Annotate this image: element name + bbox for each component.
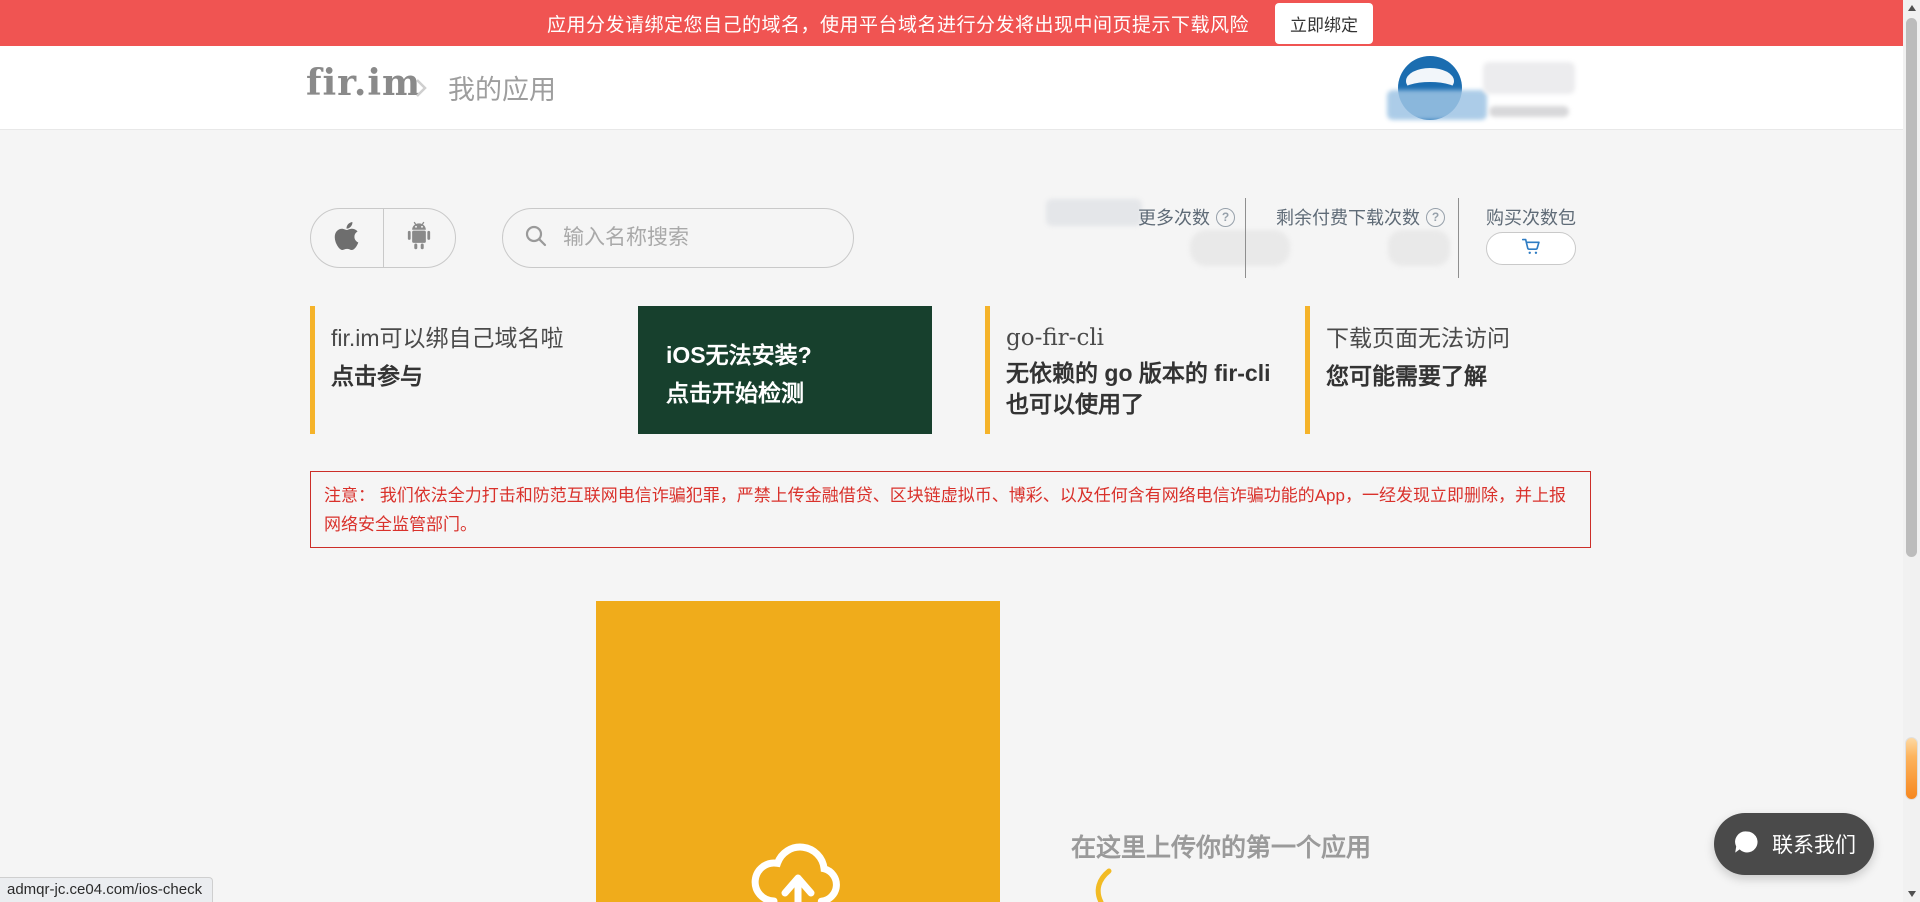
chat-bubble-icon [1732, 828, 1760, 861]
arrow-up-icon [1908, 5, 1916, 11]
upload-app-card[interactable] [596, 601, 1000, 902]
scroll-orange-marker[interactable] [1905, 737, 1918, 800]
paid-downloads-label: 剩余付费下载次数 [1276, 204, 1420, 230]
notification-banner: 应用分发请绑定您自己的域名，使用平台域名进行分发将出现中间页提示下载风险 立即绑… [0, 0, 1920, 46]
promo-card-download-page[interactable]: 下载页面无法访问 您可能需要了解 [1305, 306, 1585, 434]
divider [1458, 198, 1459, 278]
help-icon[interactable]: ? [1426, 208, 1445, 227]
android-icon [406, 221, 432, 256]
firim-logo[interactable]: fir.im [306, 62, 421, 104]
contact-us-button[interactable]: 联系我们 [1714, 813, 1874, 875]
banner-message: 应用分发请绑定您自己的域名，使用平台域名进行分发将出现中间页提示下载风险 [547, 10, 1249, 37]
promo-title: fir.im可以绑自己域名啦 [331, 320, 570, 356]
scrollbar[interactable] [1903, 0, 1920, 902]
filter-ios-button[interactable] [311, 209, 383, 267]
search-input[interactable] [563, 226, 813, 250]
redacted-stat-label [1046, 199, 1142, 226]
warning-notice: 注意： 我们依法全力打击和防范互联网电信诈骗犯罪，严禁上传金融借贷、区块链虚拟币… [310, 471, 1591, 548]
promo-title: go-fir-cli [1006, 320, 1285, 356]
promo-card-ios-check[interactable]: iOS无法安装? 点击开始检测 [638, 306, 932, 434]
redacted-stat-value [1190, 230, 1290, 266]
contact-us-label: 联系我们 [1772, 829, 1856, 859]
scroll-up-button[interactable] [1903, 0, 1920, 16]
link-preview-statusbar: admqr-jc.ce04.com/ios-check [0, 877, 213, 902]
paid-downloads-stat: 剩余付费下载次数 ? [1276, 204, 1445, 230]
buy-package-label: 购买次数包 [1486, 204, 1576, 230]
promo-subtitle: 点击参与 [331, 358, 570, 394]
promo-card-bind-domain[interactable]: fir.im可以绑自己域名啦 点击参与 [310, 306, 570, 434]
buy-package-button[interactable] [1486, 232, 1576, 265]
filter-android-button[interactable] [383, 209, 456, 267]
stats-bar: 更多次数 ? 剩余付费下载次数 ? 购买次数包 [1040, 196, 1600, 280]
more-times-stat: 更多次数 ? [1138, 204, 1235, 230]
scroll-down-button[interactable] [1903, 886, 1920, 902]
divider [1245, 198, 1246, 278]
apple-icon [333, 220, 360, 257]
promo-subtitle: 点击开始检测 [666, 374, 932, 412]
scrollbar-thumb[interactable] [1906, 18, 1917, 557]
promo-card-go-fir-cli[interactable]: go-fir-cli 无依赖的 go 版本的 fir-cli 也可以使用了 [985, 306, 1285, 434]
breadcrumb-chevron-icon [412, 74, 430, 107]
cloud-upload-icon [742, 819, 854, 902]
upload-hint-text: 在这里上传你的第一个应用 [1071, 828, 1371, 864]
search-icon [523, 223, 549, 254]
promo-title: 下载页面无法访问 [1326, 320, 1585, 356]
more-times-label: 更多次数 [1138, 204, 1210, 230]
platform-filter [310, 208, 456, 268]
search-box [502, 208, 854, 268]
redacted-stat-value [1388, 230, 1450, 266]
breadcrumb: 我的应用 [448, 68, 556, 107]
redacted-username-sub [1489, 106, 1569, 117]
promo-subtitle: 无依赖的 go 版本的 fir-cli 也可以使用了 [1006, 358, 1285, 420]
user-account[interactable] [1395, 56, 1595, 124]
promo-title: iOS无法安装? [666, 336, 932, 374]
cart-icon [1520, 235, 1542, 262]
bind-domain-button[interactable]: 立即绑定 [1275, 3, 1373, 44]
header: fir.im 我的应用 [0, 46, 1920, 130]
help-icon[interactable]: ? [1216, 208, 1235, 227]
promo-subtitle: 您可能需要了解 [1326, 358, 1585, 394]
hand-drawn-arrow-stroke [1090, 868, 1116, 902]
arrow-down-icon [1908, 891, 1916, 897]
page: 应用分发请绑定您自己的域名，使用平台域名进行分发将出现中间页提示下载风险 立即绑… [0, 0, 1920, 902]
redacted-blur [1387, 90, 1487, 120]
redacted-username [1483, 62, 1575, 94]
